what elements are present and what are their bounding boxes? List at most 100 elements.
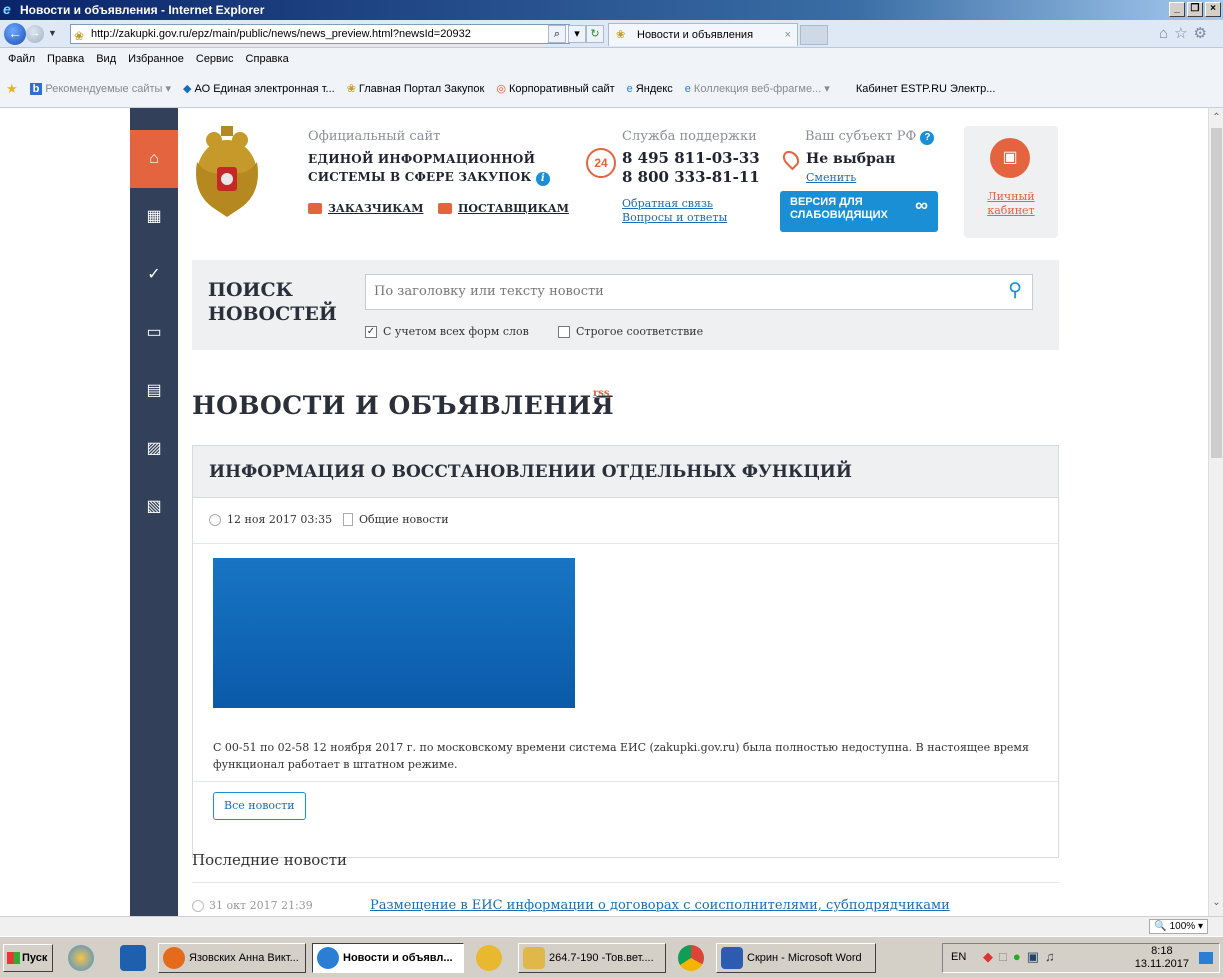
- help-icon[interactable]: ?: [920, 131, 935, 145]
- search-dropdown-icon[interactable]: ⌕: [548, 25, 566, 43]
- fav-item-eet[interactable]: ◆ АО Единая электронная т...: [183, 82, 335, 96]
- strict-match-checkbox[interactable]: Строгое соответствие: [558, 325, 703, 338]
- phone-2: 8 800 333-81-11: [622, 168, 760, 186]
- menu-view[interactable]: Вид: [96, 53, 116, 65]
- outlook-icon[interactable]: [120, 945, 146, 971]
- gear-icon[interactable]: ⚙: [1194, 25, 1213, 42]
- favorites-star-icon[interactable]: ☆: [1174, 25, 1193, 42]
- maximize-button[interactable]: ❒: [1187, 2, 1203, 17]
- search-title: ПОИСК НОВОСТЕЙ: [208, 279, 337, 325]
- menu-favorites[interactable]: Избранное: [128, 53, 184, 65]
- url-dropdown-icon[interactable]: ▾: [568, 25, 586, 43]
- official-site-caption: Официальный сайт: [308, 129, 441, 144]
- personal-cabinet-panel[interactable]: ▣ Личный кабинет: [964, 126, 1058, 238]
- menu-edit[interactable]: Правка: [47, 53, 84, 65]
- menu-help[interactable]: Справка: [246, 53, 289, 65]
- checkbox-checked-icon[interactable]: ✓: [365, 325, 377, 338]
- latest-news-link[interactable]: Размещение в ЕИС информации о договорах …: [370, 898, 950, 913]
- diamond-icon: ◆: [183, 83, 192, 95]
- news-search-input[interactable]: По заголовку или тексту новости ⚲: [365, 274, 1033, 310]
- taskbar: Пуск Язовских Анна Викт... Новости и объ…: [0, 936, 1223, 977]
- faq-link[interactable]: Вопросы и ответы: [622, 211, 727, 224]
- browser-window: e Новости и объявления - Internet Explor…: [0, 0, 1223, 977]
- all-news-button[interactable]: Все новости: [213, 792, 306, 820]
- location-pin-icon: [779, 147, 803, 171]
- fav-item-estp[interactable]: Кабинет ESTP.RU Электр...: [856, 83, 996, 95]
- scroll-up-icon[interactable]: ⌃: [1209, 112, 1223, 127]
- chrome-icon[interactable]: [678, 945, 704, 971]
- folder-icon: [523, 947, 545, 969]
- close-window-button[interactable]: ×: [1205, 2, 1221, 17]
- fav-item-corporate[interactable]: ◎ Корпоративный сайт: [496, 82, 614, 96]
- nav-document-icon[interactable]: ▧: [130, 478, 178, 536]
- task-ie[interactable]: Новости и объявл...: [312, 943, 464, 973]
- coat-of-arms-icon: [196, 126, 258, 217]
- article-category: Общие новости: [359, 513, 449, 526]
- forward-button[interactable]: →: [26, 25, 44, 43]
- favorites-star-icon[interactable]: ★: [6, 81, 18, 97]
- nav-book-icon[interactable]: ▭: [130, 304, 178, 362]
- url-text: http://zakupki.gov.ru/epz/main/public/ne…: [91, 28, 471, 40]
- customers-link[interactable]: ЗАКАЗЧИКАМ: [308, 202, 423, 215]
- fav-item-recommended[interactable]: b Рекомендуемые сайты ▾: [29, 82, 171, 95]
- all-forms-checkbox[interactable]: ✓ С учетом всех форм слов: [365, 325, 529, 338]
- close-tab-icon[interactable]: ×: [785, 24, 791, 46]
- checkbox-unchecked-icon[interactable]: [558, 325, 570, 338]
- language-indicator[interactable]: EN: [951, 951, 966, 963]
- document-icon: [343, 513, 353, 526]
- back-button[interactable]: ←: [4, 23, 26, 45]
- region-change-link[interactable]: Сменить: [806, 171, 856, 184]
- scroll-down-icon[interactable]: ⌄: [1209, 897, 1223, 912]
- task-firefox[interactable]: Язовских Анна Викт...: [158, 943, 306, 973]
- quicklaunch-icon[interactable]: [68, 945, 94, 971]
- fav-item-zakupki[interactable]: ❀ Главная Портал Закупок: [347, 82, 485, 96]
- nav-cart-icon[interactable]: ✓: [130, 246, 178, 304]
- clock-icon: [192, 900, 204, 912]
- new-tab-button[interactable]: [800, 25, 828, 45]
- windows-flag-icon: [7, 952, 20, 964]
- nav-home-icon[interactable]: ⌂: [130, 130, 178, 188]
- fav-item-webslices[interactable]: e Коллекция веб-фрагме... ▾: [685, 82, 830, 96]
- 1c-icon[interactable]: [476, 945, 502, 971]
- tab-title: Новости и объявления: [637, 29, 754, 41]
- search-icon[interactable]: ⚲: [1008, 274, 1022, 308]
- nav-briefcase-icon[interactable]: ▨: [130, 420, 178, 478]
- address-bar-row: ← → ▼ ❀ http://zakupki.gov.ru/epz/main/p…: [0, 20, 1223, 48]
- favorites-bar: ★ b Рекомендуемые сайты ▾ ◆ АО Единая элек…: [0, 70, 1223, 108]
- start-button[interactable]: Пуск: [3, 944, 53, 972]
- fav-item-yandex[interactable]: e Яндекс: [627, 83, 673, 95]
- box-icon: [438, 203, 452, 214]
- menu-tools[interactable]: Сервис: [196, 53, 234, 65]
- history-dropdown-icon[interactable]: ▼: [48, 28, 57, 38]
- scrollbar-thumb[interactable]: [1211, 128, 1222, 458]
- site-favicon-icon: ❀: [74, 29, 85, 43]
- zoom-control[interactable]: 🔍 100% ▾: [1149, 919, 1208, 934]
- vertical-scrollbar[interactable]: ⌃ ⌄: [1208, 108, 1223, 916]
- home-icon[interactable]: ⌂: [1159, 25, 1174, 42]
- minimize-button[interactable]: _: [1169, 2, 1185, 17]
- low-vision-button[interactable]: ВЕРСИЯ ДЛЯ СЛАБОВИДЯЩИХ ∞: [780, 191, 938, 232]
- list-item: 31 окт 2017 21:39 Размещение в ЕИС инфор…: [192, 898, 1059, 916]
- rss-link[interactable]: rss: [593, 388, 610, 399]
- lock-icon: ▣: [990, 138, 1030, 178]
- word-icon: [721, 947, 743, 969]
- browser-tab[interactable]: ❀ Новости и объявления ×: [608, 23, 798, 46]
- task-word[interactable]: Скрин - Microsoft Word: [716, 943, 876, 973]
- system-name-line-1: ЕДИНОЙ ИНФОРМАЦИОННОЙ: [308, 152, 536, 166]
- url-input[interactable]: ❀ http://zakupki.gov.ru/epz/main/public/…: [70, 24, 570, 44]
- tray-icons[interactable]: ◆□●▣♫: [983, 949, 1061, 965]
- task-folder[interactable]: 264.7-190 -Тов.вет....: [518, 943, 666, 973]
- article-image: [213, 558, 575, 708]
- show-desktop-icon[interactable]: [1199, 952, 1213, 964]
- latest-news-date: 31 окт 2017 21:39: [209, 899, 313, 912]
- nav-calendar-icon[interactable]: ▦: [130, 188, 178, 246]
- feedback-link[interactable]: Обратная связь: [622, 197, 713, 210]
- menu-file[interactable]: Файл: [8, 53, 35, 65]
- suppliers-link[interactable]: ПОСТАВЩИКАМ: [438, 202, 569, 215]
- region-value: Не выбран: [806, 151, 896, 167]
- personal-cabinet-link[interactable]: Личный кабинет: [964, 190, 1058, 218]
- info-icon[interactable]: i: [535, 172, 550, 186]
- refresh-icon[interactable]: ↻: [586, 25, 604, 43]
- nav-report-icon[interactable]: ▤: [130, 362, 178, 420]
- clock[interactable]: 8:18 13.11.2017: [1135, 945, 1189, 971]
